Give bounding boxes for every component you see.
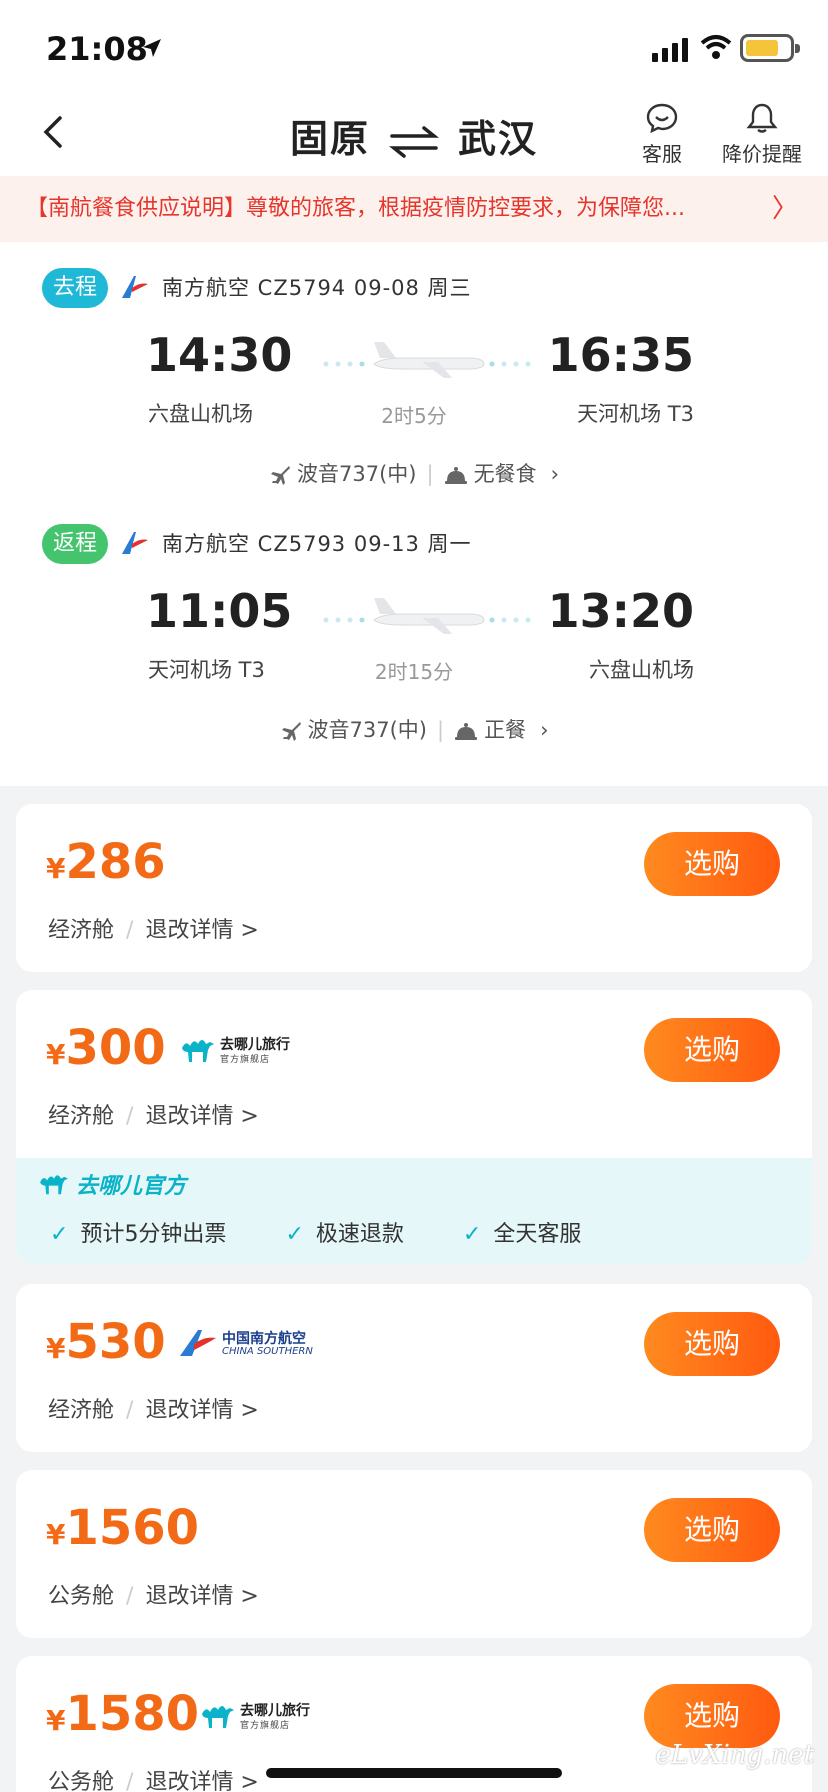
cabin-class: 公务舱 / 退改详情 > bbox=[48, 1584, 259, 1609]
customer-service-button[interactable]: 客服 bbox=[642, 102, 682, 167]
meal-icon bbox=[444, 467, 467, 484]
battery-icon bbox=[740, 34, 800, 62]
camel-icon bbox=[40, 1175, 68, 1195]
airplane-small-icon bbox=[271, 466, 291, 485]
official-features: ✓ 预计5分钟出票 ✓ 极速退款 ✓ 全天客服 bbox=[50, 1216, 633, 1248]
airplane-icon bbox=[323, 598, 531, 634]
departure-time: 11:05 bbox=[146, 584, 293, 638]
feature-item: ✓ 预计5分钟出票 bbox=[50, 1222, 227, 1247]
fare-price: ¥286 bbox=[46, 834, 166, 890]
buy-button[interactable]: 选购 bbox=[644, 832, 780, 896]
arrival-time: 16:35 bbox=[547, 328, 694, 382]
cabin-class: 经济舱 / 退改详情 > bbox=[48, 1398, 259, 1423]
airline-logo-icon bbox=[122, 276, 148, 298]
departure-time: 14:30 bbox=[146, 328, 293, 382]
flight-meta[interactable]: 波音737(中) | 无餐食 › bbox=[0, 458, 828, 488]
fare-price: ¥1580 bbox=[46, 1686, 200, 1742]
chevron-right-icon: 〉 bbox=[771, 194, 798, 224]
checkmark-icon: ✓ bbox=[285, 1222, 304, 1247]
chevron-right-icon: › bbox=[540, 718, 549, 742]
return-tag: 返程 bbox=[42, 524, 108, 564]
fare-price: ¥1560 bbox=[46, 1500, 200, 1556]
airplane-icon bbox=[323, 342, 531, 378]
top-nav: 固原 武汉 客服 降价提醒 bbox=[0, 90, 828, 176]
signal-icon bbox=[652, 38, 688, 62]
flight-duration: 2时15分 bbox=[374, 660, 454, 684]
airline-logo-icon bbox=[180, 1330, 216, 1356]
origin-city: 固原 bbox=[289, 117, 370, 161]
status-time: 21:08 bbox=[46, 30, 148, 68]
chat-icon bbox=[646, 103, 678, 134]
return-leg: 返程 南方航空 CZ5793 09-13 周一 11:05 天河机场 T3 2时… bbox=[0, 498, 828, 754]
flight-meta[interactable]: 波音737(中) | 正餐 › bbox=[0, 714, 828, 744]
aircraft-type: 波音737(中) bbox=[307, 718, 427, 742]
official-title: 去哪儿官方 bbox=[76, 1174, 187, 1199]
refund-details-link[interactable]: 退改详情 > bbox=[145, 1104, 258, 1129]
fare-price: ¥300 bbox=[46, 1020, 166, 1076]
buy-button[interactable]: 选购 bbox=[644, 1312, 780, 1376]
bell-icon bbox=[746, 103, 778, 133]
camel-icon bbox=[202, 1706, 234, 1728]
aircraft-type: 波音737(中) bbox=[297, 462, 417, 486]
arrival-airport: 天河机场 T3 bbox=[577, 402, 694, 426]
customer-service-label: 客服 bbox=[642, 142, 682, 166]
notice-text: 【南航餐食供应说明】尊敬的旅客，根据疫情防控要求，为保障您... bbox=[26, 196, 685, 221]
home-indicator[interactable] bbox=[266, 1768, 562, 1778]
feature-item: ✓ 极速退款 bbox=[285, 1222, 404, 1247]
qunar-official-panel: 去哪儿官方 ✓ 预计5分钟出票 ✓ 极速退款 ✓ 全天客服 bbox=[16, 1158, 812, 1264]
price-alert-button[interactable]: 降价提醒 bbox=[722, 102, 802, 167]
buy-button[interactable]: 选购 bbox=[644, 1018, 780, 1082]
checkmark-icon: ✓ bbox=[50, 1222, 69, 1247]
destination-city: 武汉 bbox=[458, 117, 539, 161]
qunar-flagship-badge: 去哪儿旅行 官方旗舰店 bbox=[200, 1700, 330, 1731]
camel-icon bbox=[182, 1040, 214, 1062]
flight-summary: 去程 南方航空 CZ5794 09-08 周三 14:30 六盘山机场 2时5分… bbox=[0, 242, 828, 786]
wifi-icon bbox=[700, 35, 732, 59]
swap-icon[interactable] bbox=[388, 125, 440, 159]
flight-duration: 2时5分 bbox=[381, 404, 447, 428]
china-southern-badge: 中国南方航空 CHINA SOUTHERN bbox=[180, 1328, 320, 1360]
cabin-class: 经济舱 / 退改详情 > bbox=[48, 1104, 259, 1129]
feature-item: ✓ 全天客服 bbox=[462, 1222, 582, 1247]
fare-card[interactable]: ¥1560 公务舱 / 退改详情 > 选购 bbox=[16, 1470, 812, 1638]
fare-price: ¥530 bbox=[46, 1314, 166, 1370]
refund-details-link[interactable]: 退改详情 > bbox=[145, 1770, 258, 1792]
qunar-flagship-badge: 去哪儿旅行 官方旗舰店 bbox=[180, 1034, 310, 1065]
airline-logo-icon bbox=[122, 532, 148, 554]
meal-icon bbox=[455, 723, 478, 740]
refund-details-link[interactable]: 退改详情 > bbox=[145, 1398, 258, 1423]
meal-notice-banner[interactable]: 【南航餐食供应说明】尊敬的旅客，根据疫情防控要求，为保障您... 〉 bbox=[0, 176, 828, 242]
airline-info: 南方航空 CZ5794 09-08 周三 bbox=[162, 276, 472, 300]
chevron-right-icon: › bbox=[550, 462, 559, 486]
route-title[interactable]: 固原 武汉 bbox=[0, 108, 828, 163]
airline-info: 南方航空 CZ5793 09-13 周一 bbox=[162, 532, 472, 556]
refund-details-link[interactable]: 退改详情 > bbox=[145, 1584, 258, 1609]
airplane-small-icon bbox=[281, 722, 301, 741]
cabin-class: 经济舱 / 退改详情 > bbox=[48, 918, 259, 943]
checkmark-icon: ✓ bbox=[462, 1222, 482, 1247]
refund-details-link[interactable]: 退改详情 > bbox=[145, 918, 258, 943]
cabin-class: 公务舱 / 退改详情 > bbox=[48, 1764, 259, 1792]
arrival-time: 13:20 bbox=[547, 584, 694, 638]
meal-info: 无餐食 bbox=[473, 462, 537, 486]
outbound-leg: 去程 南方航空 CZ5794 09-08 周三 14:30 六盘山机场 2时5分… bbox=[0, 242, 828, 498]
fare-card[interactable]: ¥300 去哪儿旅行 官方旗舰店 经济舱 / 退改详情 > 选购 去哪儿官方 ✓ 预计… bbox=[16, 990, 812, 1264]
status-bar: 21:08 bbox=[0, 0, 828, 90]
fare-card[interactable]: ¥286 经济舱 / 退改详情 > 选购 bbox=[16, 804, 812, 972]
buy-button[interactable]: 选购 bbox=[644, 1684, 780, 1748]
watermark: eLvXing.net bbox=[655, 1740, 814, 1770]
outbound-tag: 去程 bbox=[42, 268, 108, 308]
fare-card[interactable]: ¥530 中国南方航空 CHINA SOUTHERN 经济舱 / 退改详情 > 选购 bbox=[16, 1284, 812, 1452]
location-arrow-icon bbox=[143, 39, 161, 57]
price-alert-label: 降价提醒 bbox=[722, 142, 802, 166]
buy-button[interactable]: 选购 bbox=[644, 1498, 780, 1562]
arrival-airport: 六盘山机场 bbox=[589, 658, 694, 682]
meal-info: 正餐 bbox=[484, 718, 527, 742]
